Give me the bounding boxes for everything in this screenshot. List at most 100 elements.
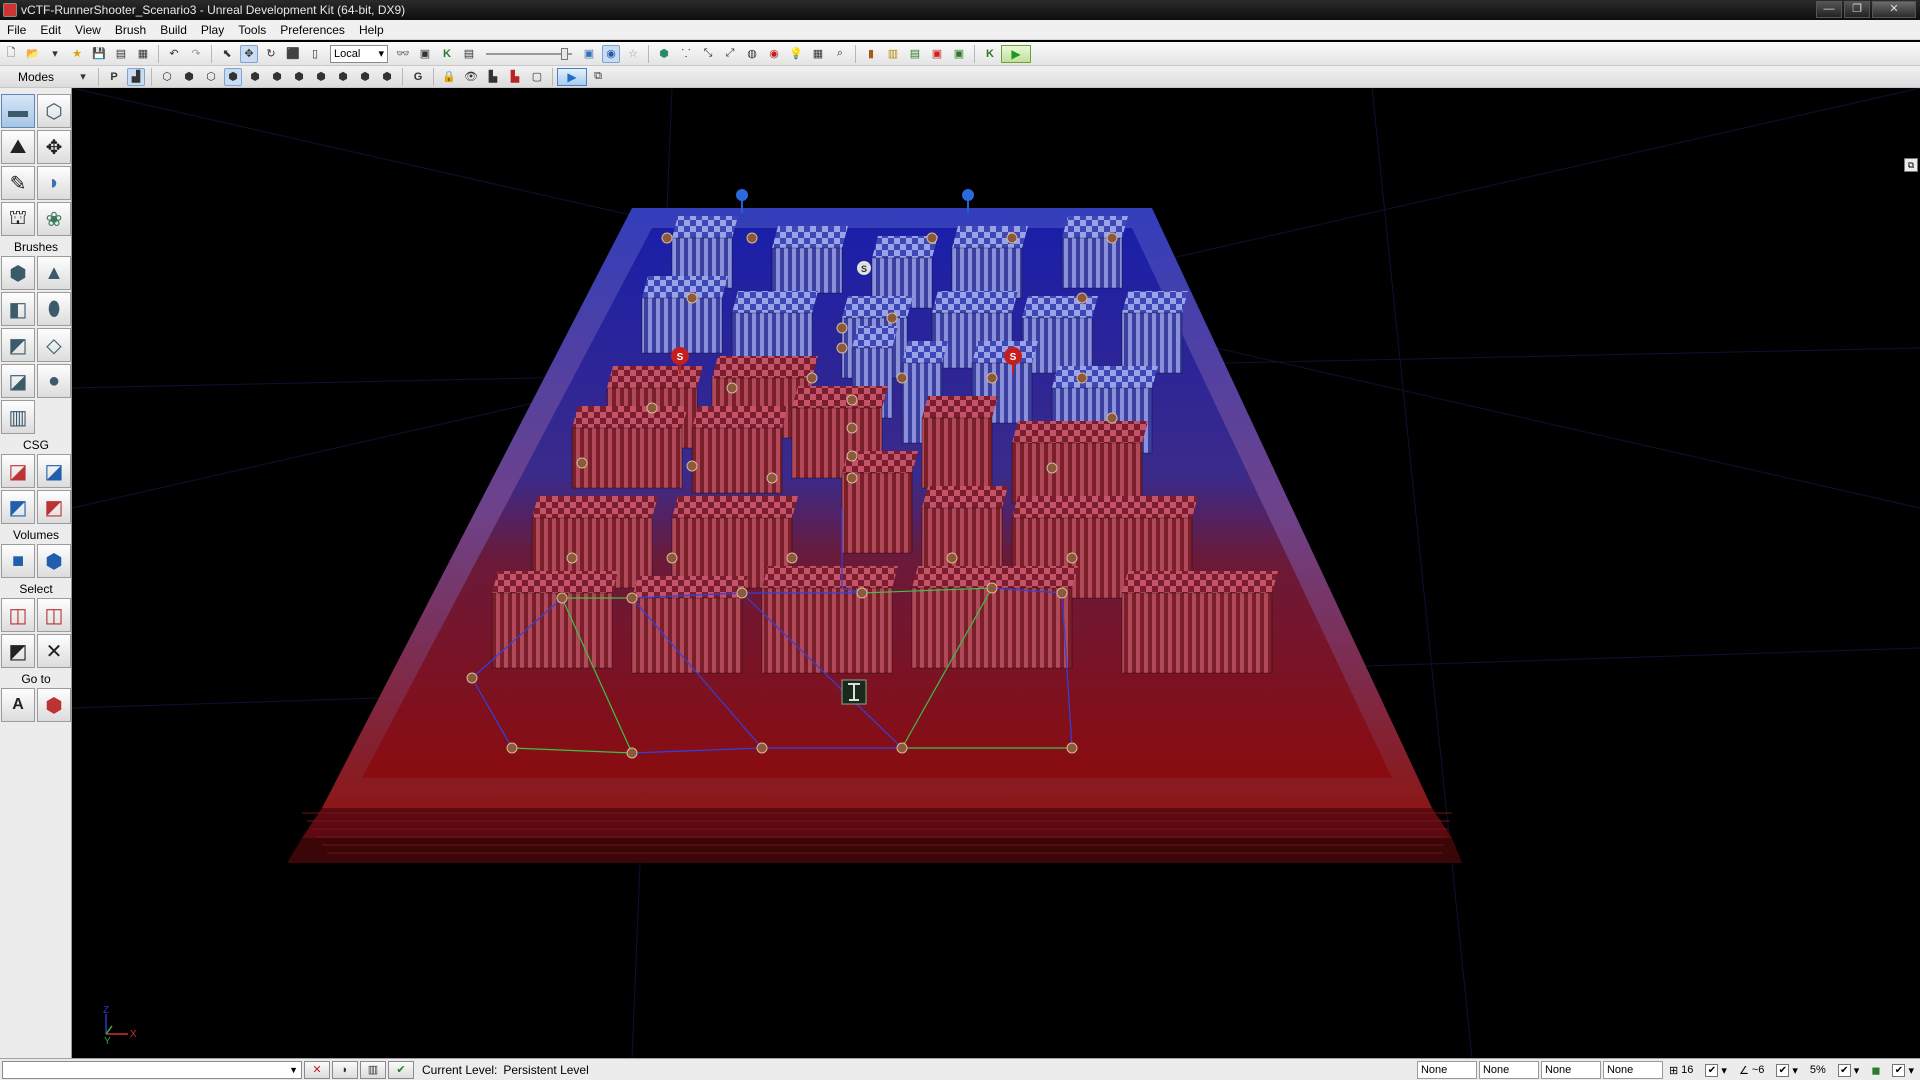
light-complexity-icon[interactable]: ⬢	[290, 68, 308, 86]
mesh-paint-button[interactable]: ◗	[37, 166, 71, 200]
linear-stair-brush-button[interactable]: ◩	[1, 328, 35, 362]
build-all-icon[interactable]: ◉	[765, 45, 783, 63]
save-current-level-icon[interactable]: ▦	[134, 45, 152, 63]
save-all-icon[interactable]: ▤	[112, 45, 130, 63]
level-stream-button[interactable]: ▥	[360, 1060, 386, 1079]
scale-snap-checkbox[interactable]: ✔	[1837, 1063, 1851, 1077]
rotation-snap-control[interactable]: ∠ ~6	[1739, 1064, 1764, 1077]
menu-tools[interactable]: Tools	[231, 20, 273, 40]
console-icon[interactable]: ▣	[950, 45, 968, 63]
wireframe-icon[interactable]: ⬢	[180, 68, 198, 86]
game-mode-g-icon[interactable]: G	[409, 68, 427, 86]
csg-deintersect-button[interactable]: ◩	[37, 490, 71, 524]
brush-wireframe-icon[interactable]: ⬡	[158, 68, 176, 86]
command-combo[interactable]: ▼	[2, 1060, 302, 1079]
geometry-mode-button[interactable]: ⬡	[37, 94, 71, 128]
csg-intersect-button[interactable]: ◩	[1, 490, 35, 524]
kismet-play-icon[interactable]: K	[981, 45, 999, 63]
kismet-k-icon[interactable]: K	[438, 45, 456, 63]
add-volume-button[interactable]: ■	[1, 544, 35, 578]
rotate-mode-icon[interactable]: ↻	[262, 45, 280, 63]
sheet-brush-button[interactable]: ◇	[37, 328, 71, 362]
new-file-icon[interactable]: 🗋	[2, 45, 20, 63]
scale-mode-icon[interactable]: ⬛	[284, 45, 302, 63]
lighting-buildinfo-icon[interactable]: ⬢	[378, 68, 396, 86]
scale-toggle[interactable]: ✔ ▾	[1837, 1063, 1859, 1077]
curved-stair-brush-button[interactable]: ◧	[1, 292, 35, 326]
select-invert-button[interactable]: ◩	[1, 634, 35, 668]
camera-icon[interactable]: ▙	[506, 68, 524, 86]
translate-mode-icon[interactable]: ✥	[240, 44, 258, 63]
show-selected-button[interactable]: ◫	[1, 598, 35, 632]
menu-file[interactable]: File	[0, 20, 33, 40]
level-visibility-button[interactable]: ✕	[304, 1060, 330, 1079]
volume-list-button[interactable]: ⬢	[37, 544, 71, 578]
cone-brush-button[interactable]: ▲	[37, 256, 71, 290]
actor-lock-icon[interactable]: ▙	[484, 68, 502, 86]
viewport-restore-icon[interactable]: ⧉	[1904, 158, 1918, 172]
cube-brush-button[interactable]: ⬢	[1, 256, 35, 290]
drag-grid-slider[interactable]	[486, 47, 572, 61]
move-mode-button[interactable]: ✥	[37, 130, 71, 164]
drag-grid-toggle[interactable]: ✔ ▾	[1892, 1063, 1914, 1077]
grid-size-control[interactable]: ⊞ 16	[1669, 1064, 1693, 1077]
volumetric-brush-button[interactable]: ▥	[1, 400, 35, 434]
lighting-only-icon[interactable]: ⬢	[268, 68, 286, 86]
generic-browser-icon[interactable]: ▥	[884, 45, 902, 63]
detail-lighting-icon[interactable]: ⬢	[246, 68, 264, 86]
matinee-icon[interactable]: ▤	[460, 45, 478, 63]
undo-icon[interactable]: ↶	[165, 45, 183, 63]
build-cover-icon[interactable]: ◍	[743, 45, 761, 63]
sphere-brush-button[interactable]: ●	[37, 364, 71, 398]
play-in-editor-button[interactable]: ▶	[1001, 44, 1031, 63]
landscape-mode-button[interactable]: ⛫	[1, 202, 35, 236]
camera-mode-button[interactable]: ▬	[1, 94, 35, 128]
non-uniform-scale-icon[interactable]: ▯	[306, 45, 324, 63]
maximize-button[interactable]: ❐	[1844, 1, 1870, 18]
select-mode-icon[interactable]: ⬉	[218, 45, 236, 63]
play-in-viewport-button[interactable]: ▶	[557, 67, 587, 86]
game-view-icon[interactable]: ◉	[602, 44, 620, 63]
lock-level-button[interactable]: ◗	[332, 1060, 358, 1079]
csg-subtract-button[interactable]: ◪	[37, 454, 71, 488]
rotation-snap-checkbox[interactable]: ✔	[1776, 1063, 1790, 1077]
menu-preferences[interactable]: Preferences	[273, 20, 352, 40]
cylinder-brush-button[interactable]: ⬮	[37, 292, 71, 326]
record-icon[interactable]: ▣	[928, 45, 946, 63]
slider-thumb[interactable]	[561, 47, 568, 60]
build-lighting-icon[interactable]: ⤡	[699, 45, 717, 63]
binoculars-icon[interactable]: 👓	[394, 45, 412, 63]
build-visible-icon[interactable]: ⸪	[677, 45, 695, 63]
close-button[interactable]: ✕	[1872, 1, 1916, 18]
redo-icon[interactable]: ↷	[187, 45, 205, 63]
lighting-info-icon[interactable]: 💡	[787, 45, 805, 63]
unlit-mode-icon[interactable]: ▟	[127, 67, 145, 86]
viewport-realtime-icon[interactable]: ▣	[580, 45, 598, 63]
kismet-icon[interactable]: ▣	[416, 45, 434, 63]
menu-view[interactable]: View	[68, 20, 108, 40]
lit-icon[interactable]: ⬢	[224, 67, 242, 86]
show-all-button[interactable]: ✕	[37, 634, 71, 668]
foliage-mode-button[interactable]: ❀	[37, 202, 71, 236]
menu-help[interactable]: Help	[352, 20, 391, 40]
lock-viewport-icon[interactable]: 🔒	[440, 68, 458, 86]
terrain-mode-button[interactable]: ⛰	[1, 130, 35, 164]
texture-align-button[interactable]: ✎	[1, 166, 35, 200]
coordinate-system-select[interactable]: Local ▾	[330, 44, 388, 63]
maximize-viewport-icon[interactable]: ▢	[528, 68, 546, 86]
hide-selected-button[interactable]: ◫	[37, 598, 71, 632]
unlit-icon[interactable]: ⬡	[202, 68, 220, 86]
grid-toggle[interactable]: ✔ ▾	[1705, 1063, 1727, 1077]
build-geometry-icon[interactable]: ⬢	[655, 45, 673, 63]
scene-manager-icon[interactable]: ▤	[906, 45, 924, 63]
perspective-p-icon[interactable]: P	[105, 68, 123, 86]
go-to-builder-brush-button[interactable]: ⬢	[37, 688, 71, 722]
csg-add-button[interactable]: ◪	[1, 454, 35, 488]
content-browser-icon[interactable]: ▮	[862, 45, 880, 63]
save-icon[interactable]: 💾	[90, 45, 108, 63]
go-to-actor-button[interactable]: A	[1, 688, 35, 722]
favorites-icon[interactable]: ★	[68, 45, 86, 63]
menu-brush[interactable]: Brush	[108, 20, 153, 40]
open-file-icon[interactable]: 📂	[24, 45, 42, 63]
search-actors-icon[interactable]: ⌕	[831, 45, 849, 63]
